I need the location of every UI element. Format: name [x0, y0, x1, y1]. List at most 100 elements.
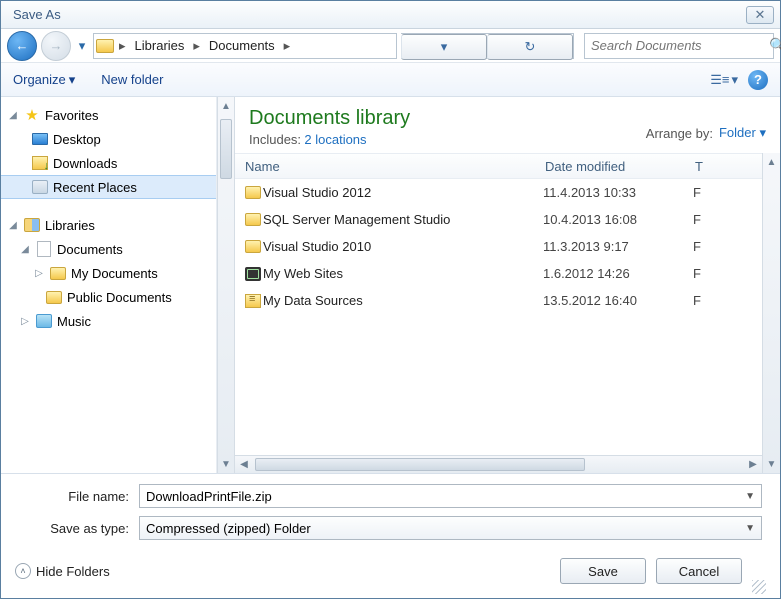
- view-icon: ☰≡: [710, 72, 729, 88]
- chevron-down-icon: ▾: [441, 39, 448, 55]
- tree-desktop[interactable]: Desktop: [1, 127, 216, 151]
- collapse-icon[interactable]: ◢: [7, 220, 19, 231]
- data-source-icon: [245, 294, 261, 308]
- file-date: 11.3.2013 9:17: [543, 239, 693, 254]
- filename-input[interactable]: [146, 489, 745, 504]
- file-type: F: [693, 239, 701, 254]
- form-area: File name: ▼ Save as type: Compressed (z…: [1, 474, 780, 544]
- web-icon: [245, 267, 261, 281]
- help-icon: ?: [754, 72, 762, 87]
- vertical-scrollbar[interactable]: ▲ ▼: [762, 153, 780, 473]
- arrange-by: Arrange by: Folder ▾: [646, 107, 766, 141]
- expand-icon[interactable]: ▷: [19, 316, 31, 327]
- tree-scrollbar[interactable]: ▲ ▼: [217, 97, 235, 473]
- chevron-down-icon[interactable]: ▼: [745, 491, 755, 502]
- scroll-down-icon[interactable]: ▼: [218, 455, 234, 473]
- previous-locations-button[interactable]: ▾: [401, 34, 487, 60]
- tree-downloads[interactable]: Downloads: [1, 151, 216, 175]
- hide-folders-button[interactable]: ˄ Hide Folders: [15, 563, 110, 579]
- file-date: 13.5.2012 16:40: [543, 293, 693, 308]
- folder-icon: [50, 267, 66, 280]
- horizontal-scrollbar[interactable]: ◀ ▶: [235, 455, 762, 473]
- collapse-icon[interactable]: ◢: [19, 244, 31, 255]
- file-list: Visual Studio 201211.4.2013 10:33FSQL Se…: [235, 179, 762, 455]
- tree-libraries[interactable]: ◢Libraries: [1, 213, 216, 237]
- close-button[interactable]: ✕: [746, 6, 774, 24]
- tree-music[interactable]: ▷Music: [1, 309, 216, 333]
- file-type: F: [693, 266, 701, 281]
- chevron-up-icon: ˄: [15, 563, 31, 579]
- refresh-icon: ↻: [525, 39, 536, 55]
- expand-icon[interactable]: ▷: [33, 268, 45, 279]
- tree-public-documents[interactable]: Public Documents: [1, 285, 216, 309]
- tree-documents[interactable]: ◢Documents: [1, 237, 216, 261]
- view-options-button[interactable]: ☰≡ ▾: [710, 72, 738, 88]
- file-row[interactable]: SQL Server Management Studio10.4.2013 16…: [235, 206, 762, 233]
- footer: ˄ Hide Folders Save Cancel: [1, 544, 780, 598]
- locations-link[interactable]: 2 locations: [304, 132, 366, 147]
- collapse-icon[interactable]: ◢: [7, 110, 19, 121]
- scroll-up-icon[interactable]: ▲: [218, 97, 234, 115]
- cancel-button[interactable]: Cancel: [656, 558, 742, 584]
- library-subtitle: Includes: 2 locations: [249, 132, 410, 147]
- file-date: 10.4.2013 16:08: [543, 212, 693, 227]
- titlebar: Save As ✕: [1, 1, 780, 29]
- scroll-down-icon[interactable]: ▼: [763, 455, 780, 473]
- refresh-button[interactable]: ↻: [487, 34, 573, 60]
- folder-icon: [245, 213, 261, 226]
- file-name: Visual Studio 2010: [263, 239, 543, 254]
- file-row[interactable]: Visual Studio 201011.3.2013 9:17F: [235, 233, 762, 260]
- star-icon: ★: [23, 107, 41, 123]
- scroll-thumb[interactable]: [255, 458, 585, 471]
- organize-menu[interactable]: Organize ▾: [13, 72, 75, 88]
- desktop-icon: [32, 133, 48, 145]
- scroll-left-icon[interactable]: ◀: [235, 456, 253, 473]
- search-input[interactable]: [591, 38, 769, 53]
- scroll-thumb[interactable]: [220, 119, 232, 179]
- search-box[interactable]: 🔍: [584, 33, 774, 59]
- address-actions: ▾ ↻: [401, 33, 574, 59]
- file-type: F: [693, 293, 701, 308]
- new-folder-button[interactable]: New folder: [101, 72, 163, 87]
- breadcrumb-libraries[interactable]: Libraries: [129, 34, 191, 58]
- breadcrumb-documents[interactable]: Documents: [203, 34, 281, 58]
- tree-recent-places[interactable]: Recent Places: [1, 175, 216, 199]
- main-pane: Documents library Includes: 2 locations …: [235, 97, 780, 473]
- save-as-dialog: Save As ✕ ← → ▾ ▸ Libraries▸ Documents▸ …: [0, 0, 781, 599]
- file-name: My Data Sources: [263, 293, 543, 308]
- toolbar: Organize ▾ New folder ☰≡ ▾ ?: [1, 63, 780, 97]
- library-title: Documents library: [249, 107, 410, 130]
- chevron-right-icon[interactable]: ▸: [190, 38, 203, 54]
- recent-icon: [32, 180, 48, 194]
- column-name[interactable]: Name: [235, 154, 535, 178]
- tree-favorites[interactable]: ◢★Favorites: [1, 103, 216, 127]
- help-button[interactable]: ?: [748, 70, 768, 90]
- arrange-by-dropdown[interactable]: Folder ▾: [719, 125, 766, 141]
- chevron-right-icon[interactable]: ▸: [281, 38, 294, 54]
- tree-my-documents[interactable]: ▷My Documents: [1, 261, 216, 285]
- filename-combo[interactable]: ▼: [139, 484, 762, 508]
- scroll-up-icon[interactable]: ▲: [763, 153, 780, 171]
- history-dropdown[interactable]: ▾: [75, 33, 89, 59]
- scroll-right-icon[interactable]: ▶: [744, 456, 762, 473]
- chevron-down-icon: ▾: [79, 38, 86, 54]
- libraries-icon: [24, 218, 40, 232]
- saveastype-label: Save as type:: [19, 521, 139, 536]
- file-row[interactable]: My Web Sites1.6.2012 14:26F: [235, 260, 762, 287]
- saveastype-combo[interactable]: Compressed (zipped) Folder ▼: [139, 516, 762, 540]
- address-bar[interactable]: ▸ Libraries▸ Documents▸: [93, 33, 397, 59]
- body: ◢★Favorites Desktop Downloads Recent Pla…: [1, 97, 780, 474]
- chevron-down-icon[interactable]: ▼: [745, 523, 755, 534]
- file-row[interactable]: Visual Studio 201211.4.2013 10:33F: [235, 179, 762, 206]
- save-button[interactable]: Save: [560, 558, 646, 584]
- column-date[interactable]: Date modified: [535, 154, 685, 178]
- file-row[interactable]: My Data Sources13.5.2012 16:40F: [235, 287, 762, 314]
- saveastype-value: Compressed (zipped) Folder: [146, 521, 311, 536]
- folder-icon: [96, 39, 114, 53]
- resize-grip[interactable]: [752, 580, 766, 594]
- file-date: 11.4.2013 10:33: [543, 185, 693, 200]
- chevron-right-icon[interactable]: ▸: [116, 38, 129, 54]
- music-icon: [36, 314, 52, 328]
- back-button[interactable]: ←: [7, 31, 37, 61]
- column-type[interactable]: T: [685, 154, 762, 178]
